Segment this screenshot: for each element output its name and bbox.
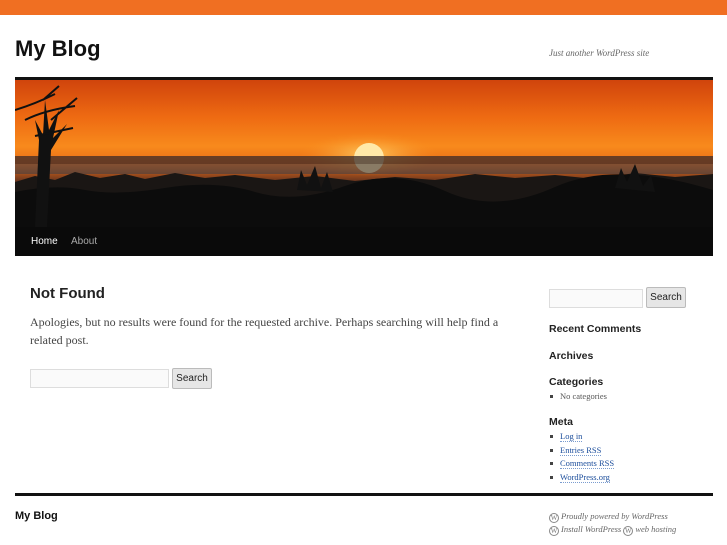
page-title: Not Found	[30, 285, 105, 302]
header-banner-image	[15, 80, 713, 227]
widget-title-recent-comments: Recent Comments	[549, 323, 642, 335]
meta-link-wordpress-org[interactable]: WordPress.org	[560, 471, 610, 483]
top-accent-bar	[0, 0, 727, 15]
meta-link-log-in[interactable]: Log in	[560, 431, 583, 442]
not-found-message: Apologies, but no results were found for…	[30, 315, 499, 347]
site-description: Just another WordPress site	[549, 48, 650, 58]
main-navigation: Home About	[15, 227, 713, 256]
widget-title-archives: Archives	[549, 350, 594, 362]
web-hosting-link[interactable]: web hosting	[635, 524, 676, 534]
list-item: Entries RSS	[549, 444, 614, 458]
meta-link-comments-rss[interactable]: Comments RSS	[560, 458, 615, 469]
install-wordpress-link[interactable]: Install WordPress	[561, 524, 621, 534]
wordpress-logo-icon: W	[549, 526, 559, 536]
footer-credit-hosting: W Install WordPress Wweb hosting	[549, 524, 676, 536]
sidebar-search-input[interactable]	[549, 289, 643, 308]
list-item: WordPress.org	[549, 471, 614, 485]
main-search-input[interactable]	[30, 369, 169, 388]
nav-item-home[interactable]: Home	[31, 236, 58, 247]
sidebar-search-button[interactable]: Search	[646, 287, 686, 308]
wordpress-logo-icon: W	[623, 526, 634, 536]
widget-title-meta: Meta	[549, 416, 573, 428]
widget-title-categories: Categories	[549, 376, 604, 388]
meta-list: Log in Entries RSS Comments RSS WordPres…	[549, 430, 615, 485]
list-item: No categories	[549, 390, 607, 404]
wordpress-logo-icon: W	[549, 513, 559, 523]
list-item: Comments RSS	[549, 457, 615, 471]
powered-by-wordpress-link[interactable]: Proudly powered by WordPress	[561, 511, 668, 521]
main-search-button[interactable]: Search	[172, 368, 212, 389]
nav-item-about[interactable]: About	[71, 236, 97, 247]
footer-divider	[15, 493, 713, 496]
no-categories-text: No categories	[560, 391, 607, 401]
footer-site-title[interactable]: My Blog	[15, 510, 58, 522]
footer-credit-powered: W Proudly powered by WordPress	[549, 511, 668, 523]
list-item: Log in	[549, 430, 614, 444]
site-title[interactable]: My Blog	[15, 36, 101, 62]
categories-list: No categories	[549, 390, 607, 404]
meta-link-entries-rss[interactable]: Entries RSS	[560, 444, 602, 456]
